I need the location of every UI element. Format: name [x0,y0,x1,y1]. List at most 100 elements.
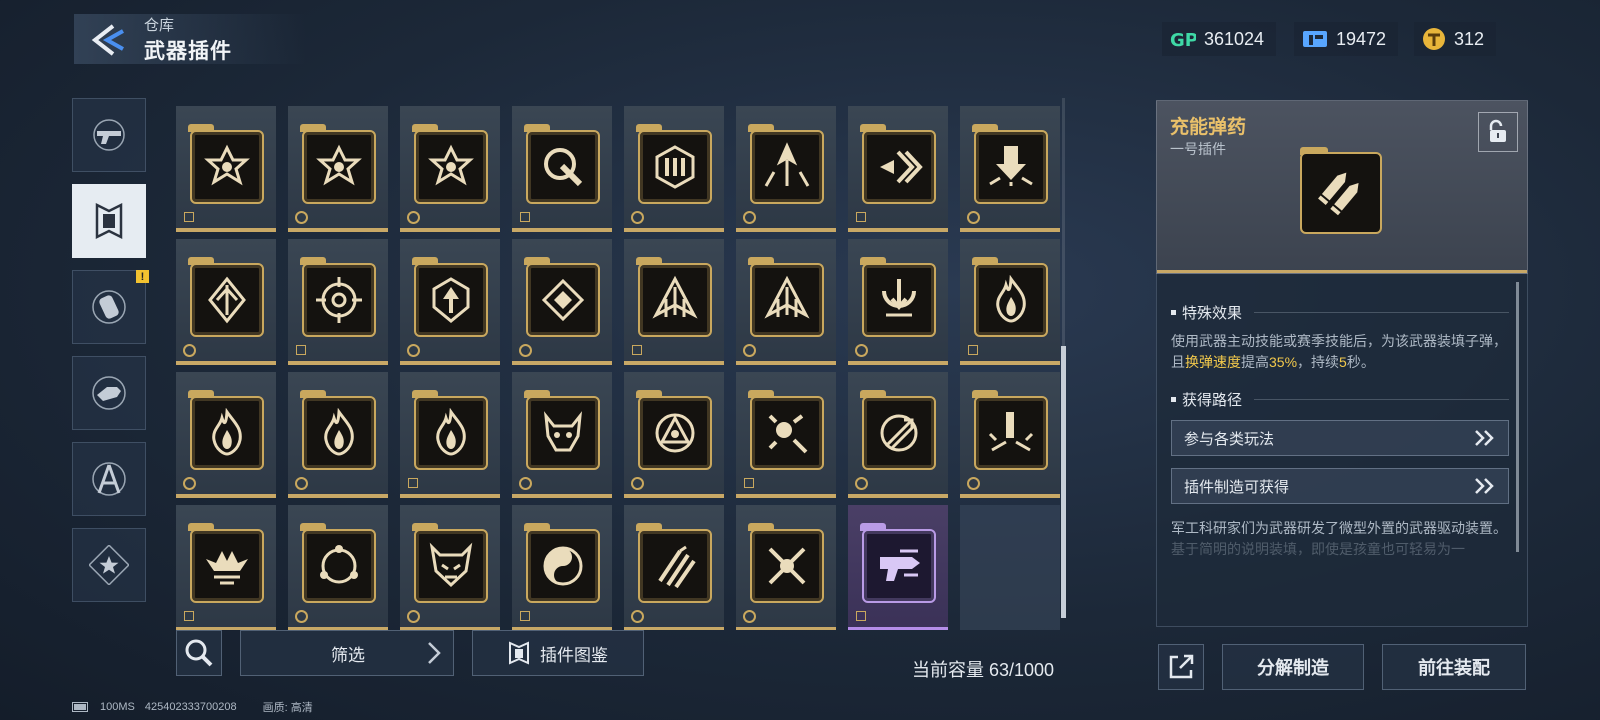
canister-tab[interactable] [72,270,146,344]
currency-value: 19472 [1336,28,1387,49]
tri-ring-icon [320,545,358,584]
claw-slash-icon [658,545,696,589]
plugin-slot[interactable] [400,505,500,630]
plugin-slot[interactable] [960,372,1060,498]
grid-scrollbar[interactable] [1061,346,1066,618]
rarity-bar [736,627,836,630]
equip-button[interactable]: 前往装配 [1382,644,1526,690]
plugin-slot[interactable] [624,106,724,232]
plugin-slot[interactable] [288,106,388,232]
plugin-slot[interactable] [848,372,948,498]
plugin-slot[interactable] [848,239,948,365]
search-button[interactable] [176,630,222,676]
breadcrumb: 仓库 [144,17,175,34]
plugin-slot[interactable] [288,372,388,498]
plugin-slot[interactable] [512,239,612,365]
rarity-bar [176,494,276,498]
plugin-slot[interactable] [624,239,724,365]
plugin-slot[interactable] [624,372,724,498]
gear-badge-icon [631,211,644,224]
diamond-frame-icon [541,278,585,322]
double-chevron-icon [1475,478,1494,494]
source-route-activities[interactable]: 参与各类玩法 [1171,420,1509,456]
plugin-slot[interactable] [512,106,612,232]
effect-heading: 特殊效果 [1171,302,1509,323]
ring-slash-icon [544,148,583,187]
rarity-bar [736,361,836,365]
plugin-slot[interactable] [848,106,948,232]
plugin-grid [176,96,1068,630]
tier-marker [520,212,530,222]
plugin-slot[interactable] [736,372,836,498]
plugin-card [190,396,264,470]
plugin-slot[interactable] [176,106,276,232]
dismantle-button[interactable]: 分解制造 [1222,644,1364,690]
plugin-slot[interactable] [736,505,836,630]
filter-label: 筛选 [331,645,365,665]
gear-tab[interactable] [72,356,146,430]
flame-icon [212,408,242,456]
plugin-slot[interactable] [176,372,276,498]
plugin-tab[interactable] [72,184,146,258]
gun-icon [93,119,125,151]
lore-text: 军工科研家们为武器研发了微型外置的武器驱动装置。 [1171,520,1507,536]
gear-badge-icon [183,477,196,490]
plugin-slot[interactable] [400,239,500,365]
detail-scrollbar[interactable] [1516,282,1519,552]
spiked-crown-icon [206,551,248,585]
star-badge-icon [89,545,129,585]
plugin-slot[interactable] [288,505,388,630]
lock-button[interactable] [1478,112,1518,152]
star-emblem-icon [204,144,250,186]
effect-description: 使用武器主动技能或赛季技能后，为该武器装填子弹，且换弹速度提高35%，持续5秒。 [1171,331,1509,373]
plugin-slot[interactable] [512,372,612,498]
share-button[interactable] [1158,644,1204,690]
rocket-ammo-icon [1318,172,1359,216]
plugin-slot[interactable] [848,505,948,630]
gear-badge-icon [631,610,644,623]
weapon-tab[interactable] [72,98,146,172]
empty-plugin-slot [960,505,1060,630]
codex-button[interactable]: 插件图鉴 [472,630,644,676]
gear-badge-icon [855,477,868,490]
plugin-card [638,263,712,337]
gp-icon: GP [1170,30,1196,50]
plugin-card [974,263,1048,337]
plugin-card [862,263,936,337]
plugin-slot[interactable] [960,106,1060,232]
gear-badge-icon [967,211,980,224]
hexagon-ammo-icon [655,145,695,189]
rarity-bar [848,627,948,630]
plugin-slot[interactable] [176,505,276,630]
plugin-slot[interactable] [288,239,388,365]
plugin-card [750,396,824,470]
demon-mask-icon [429,542,473,588]
tier-marker [184,611,194,621]
effect-highlight: 35% [1269,354,1298,370]
filter-button[interactable]: 筛选 [240,630,454,676]
rarity-bar [960,228,1060,232]
unlock-icon [1489,119,1506,142]
back-button[interactable] [84,18,132,62]
beast-skull-icon [544,411,582,452]
plugin-slot[interactable] [400,372,500,498]
effect-text-part: 提高 [1241,354,1269,370]
plugin-slot[interactable] [736,106,836,232]
plugin-slot[interactable] [624,505,724,630]
uid-text: 425402333700208 [144,701,237,713]
plugin-card [302,396,376,470]
effect-highlight: 5 [1339,354,1347,370]
plugin-slot[interactable] [736,239,836,365]
rarity-bar [624,228,724,232]
tool-tab[interactable] [72,442,146,516]
plugin-slot[interactable] [400,106,500,232]
badge-tab[interactable] [72,528,146,602]
plugin-card [974,130,1048,204]
tier-marker [856,611,866,621]
plugin-slot[interactable] [512,505,612,630]
plugin-slot[interactable] [960,239,1060,365]
plugin-slot[interactable] [176,239,276,365]
gear-badge-icon [183,344,196,357]
share-icon [1169,654,1194,679]
source-route-crafting[interactable]: 插件制造可获得 [1171,468,1509,504]
